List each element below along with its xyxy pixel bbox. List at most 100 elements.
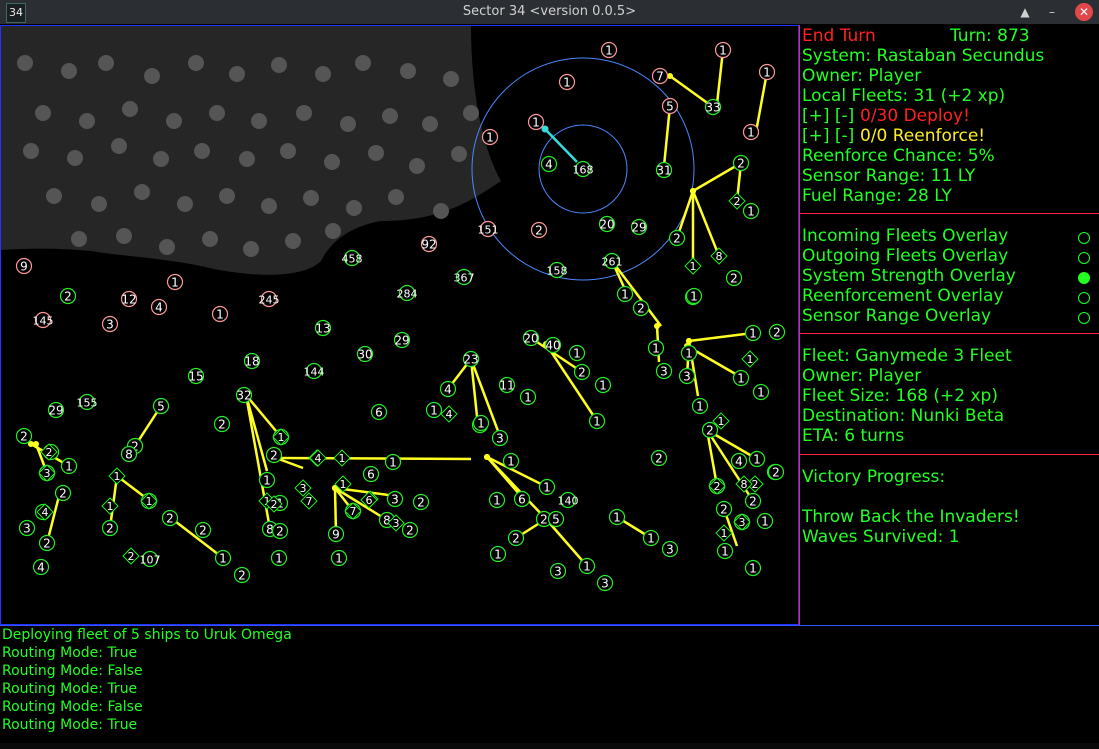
player-system[interactable]: 1	[60, 457, 78, 475]
player-system[interactable]: 23	[462, 350, 480, 368]
enemy-system[interactable]: 5	[661, 97, 679, 115]
enemy-system[interactable]: 151	[478, 220, 499, 238]
player-system[interactable]: 2	[732, 154, 750, 172]
enemy-system[interactable]: 1	[758, 63, 776, 81]
player-system[interactable]: 4	[730, 452, 748, 470]
reenforce-controls[interactable]: [+] [-]	[802, 126, 854, 146]
overlay-strength[interactable]: System Strength Overlay	[802, 266, 1016, 286]
player-system[interactable]: 1	[732, 369, 750, 387]
player-system[interactable]: 2	[59, 287, 77, 305]
player-system[interactable]: 2	[715, 500, 733, 518]
fleet-marker[interactable]: 1	[741, 350, 759, 368]
fleet-marker[interactable]: 4	[309, 449, 327, 467]
player-system[interactable]: 2	[271, 522, 289, 540]
player-system[interactable]: 31	[655, 161, 673, 179]
player-system[interactable]: 140	[558, 491, 579, 509]
player-system[interactable]: 1	[214, 549, 232, 567]
player-system[interactable]: 2	[161, 509, 179, 527]
player-system[interactable]: 20	[522, 329, 540, 347]
overlay-incoming-toggle[interactable]	[1078, 232, 1090, 244]
deploy-button[interactable]: 0/30 Deploy!	[860, 106, 970, 126]
overlay-sensor[interactable]: Sensor Range Overlay	[802, 306, 991, 326]
player-system[interactable]: 458	[342, 249, 363, 267]
player-system[interactable]: 1	[258, 471, 276, 489]
player-system[interactable]: 3	[491, 429, 509, 447]
galaxy-map[interactable]: 1 1 1 7 1 1 1 5 1 33 4 168 31 2 151 2 20 29 1 92 458 367 158 26…	[0, 25, 799, 625]
player-system[interactable]: 29	[630, 218, 648, 236]
fleet-marker[interactable]: 1	[333, 449, 351, 467]
player-system[interactable]: 8	[120, 445, 138, 463]
player-system[interactable]: 1	[472, 414, 490, 432]
player-system[interactable]: 3	[18, 519, 36, 537]
enemy-system[interactable]: 2	[530, 221, 548, 239]
fleet-marker[interactable]: 1	[101, 497, 119, 515]
enemy-system[interactable]: 1	[166, 273, 184, 291]
player-system[interactable]: 1	[425, 401, 443, 419]
player-system[interactable]: 3	[661, 540, 679, 558]
enemy-system[interactable]: 1	[558, 73, 576, 91]
enemy-system[interactable]: 7	[651, 67, 669, 85]
minimize-icon[interactable]: –	[1043, 3, 1061, 21]
player-system[interactable]: 20	[598, 215, 616, 233]
fleet-marker[interactable]: 8	[710, 247, 728, 265]
player-system[interactable]: 1	[716, 542, 734, 560]
player-system[interactable]: 6	[513, 490, 531, 508]
player-system[interactable]: 2	[767, 463, 785, 481]
fleet-marker[interactable]: 1	[684, 257, 702, 275]
player-system[interactable]: 1	[608, 508, 626, 526]
reenforce-button[interactable]: 0/0 Reenforce!	[860, 126, 985, 146]
player-system[interactable]: 3	[549, 562, 567, 580]
player-system[interactable]: 6	[362, 465, 380, 483]
player-system[interactable]: 2	[233, 566, 251, 584]
player-system[interactable]: 168	[573, 160, 594, 178]
fleet-marker[interactable]: 2	[728, 192, 746, 210]
player-system[interactable]: 1	[748, 450, 766, 468]
enemy-system[interactable]: 92	[420, 235, 438, 253]
player-system[interactable]: 1	[330, 549, 348, 567]
fleet-marker[interactable]: 4	[440, 405, 458, 423]
player-system[interactable]: 3	[655, 362, 673, 380]
player-system[interactable]: 1	[502, 452, 520, 470]
enemy-system[interactable]: 4	[150, 298, 168, 316]
end-turn-button[interactable]: End Turn	[802, 26, 876, 46]
player-system[interactable]: 1	[594, 376, 612, 394]
player-system[interactable]: 32	[235, 386, 253, 404]
close-icon[interactable]: ✕	[1075, 3, 1093, 21]
player-system[interactable]: 2	[744, 492, 762, 510]
player-system[interactable]: 2	[401, 521, 419, 539]
enemy-system[interactable]: 1	[714, 41, 732, 59]
overlay-outgoing[interactable]: Outgoing Fleets Overlay	[802, 246, 1008, 266]
player-system[interactable]: 1	[742, 202, 760, 220]
player-system[interactable]: 6	[370, 403, 388, 421]
player-system[interactable]: 11	[498, 376, 516, 394]
enemy-system[interactable]: 1	[600, 41, 618, 59]
player-system[interactable]: 29	[393, 331, 411, 349]
overlay-reenforcement-toggle[interactable]	[1078, 292, 1090, 304]
player-system[interactable]: 2	[213, 415, 231, 433]
player-system[interactable]: 2	[632, 299, 650, 317]
player-system[interactable]: 1	[756, 512, 774, 530]
player-system[interactable]: 2	[573, 363, 591, 381]
player-system[interactable]: 18	[243, 352, 261, 370]
overlay-strength-toggle[interactable]	[1078, 272, 1090, 284]
enemy-system[interactable]: 245	[259, 290, 280, 308]
player-system[interactable]: 1	[588, 412, 606, 430]
enemy-system[interactable]: 1	[211, 305, 229, 323]
player-system[interactable]: 1	[744, 559, 762, 577]
player-system[interactable]: 2	[668, 229, 686, 247]
player-system[interactable]: 1	[488, 491, 506, 509]
player-system[interactable]: 33	[704, 98, 722, 116]
player-system[interactable]: 1	[578, 557, 596, 575]
player-system[interactable]: 2	[701, 421, 719, 439]
player-system[interactable]: 1	[642, 529, 660, 547]
player-system[interactable]: 155	[77, 393, 98, 411]
player-system[interactable]: 2	[194, 521, 212, 539]
player-system[interactable]: 144	[304, 362, 325, 380]
player-system[interactable]: 1	[538, 478, 556, 496]
player-system[interactable]: 1	[691, 397, 709, 415]
player-system[interactable]: 2	[38, 534, 56, 552]
enemy-system[interactable]: 9	[15, 257, 33, 275]
player-system[interactable]: 2	[15, 427, 33, 445]
enemy-system[interactable]: 1	[527, 113, 545, 131]
player-system[interactable]: 4	[32, 558, 50, 576]
